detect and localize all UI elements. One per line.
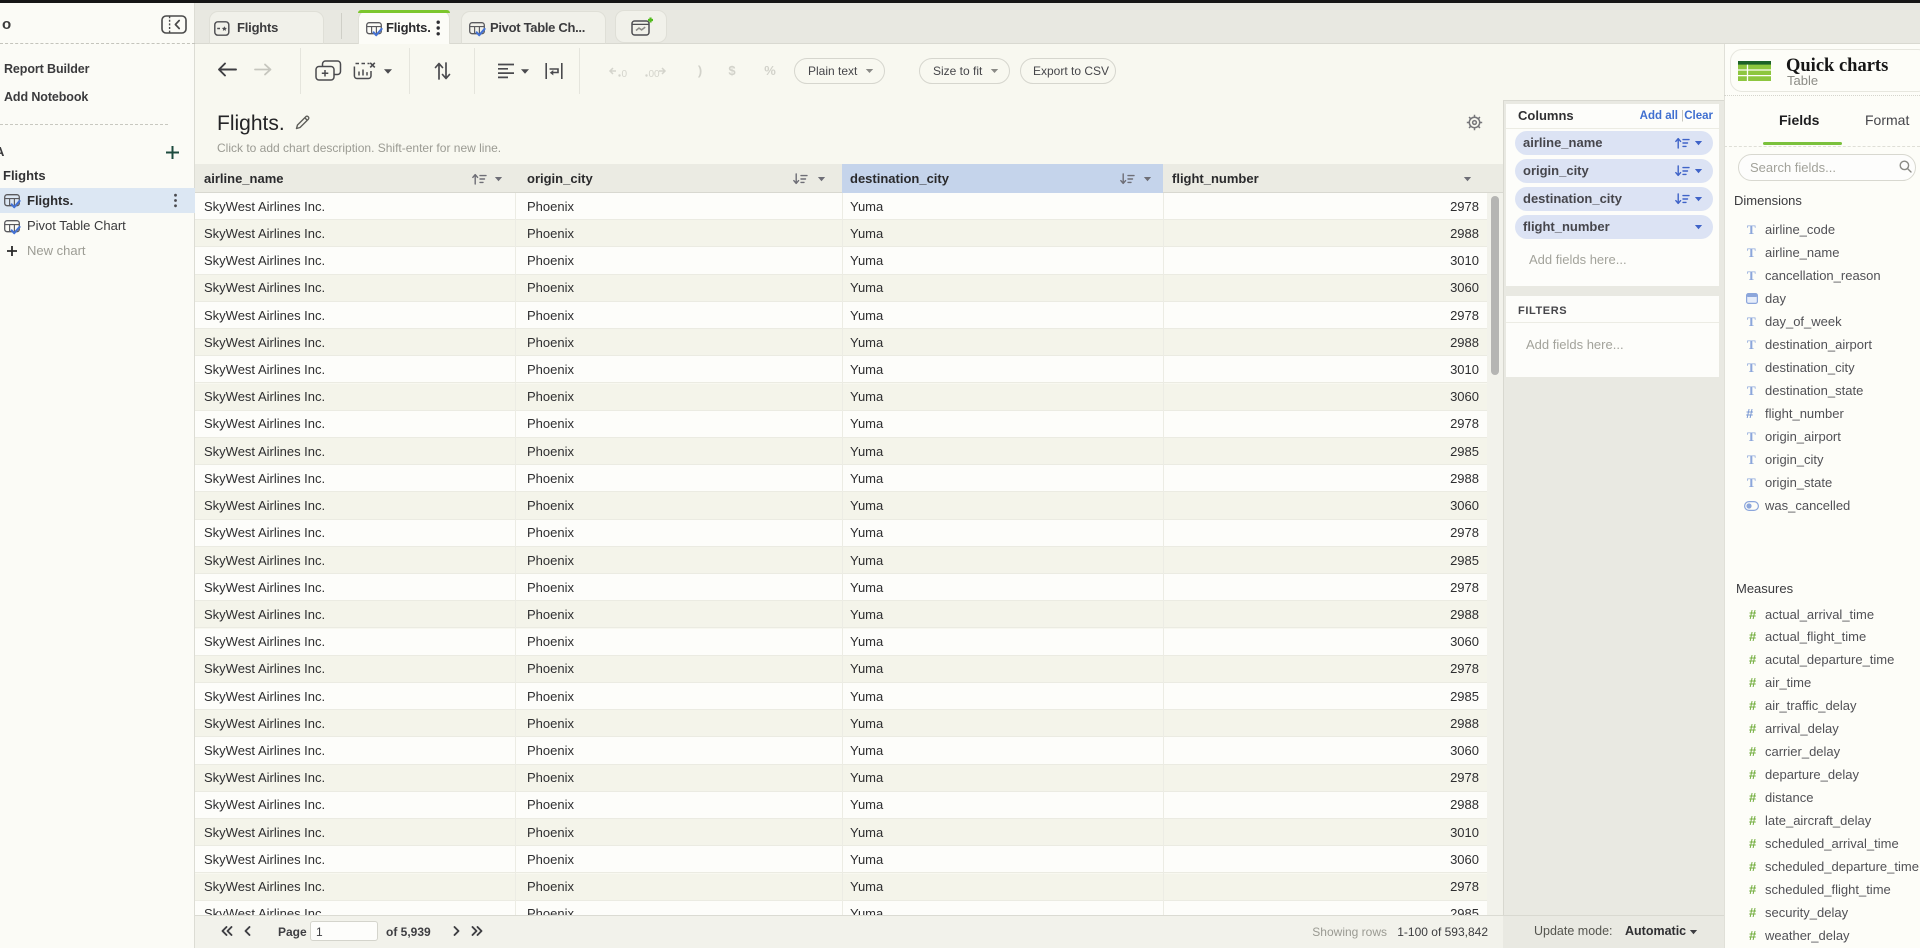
svg-text:00: 00 — [649, 69, 661, 80]
svg-text:0: 0 — [622, 69, 628, 80]
